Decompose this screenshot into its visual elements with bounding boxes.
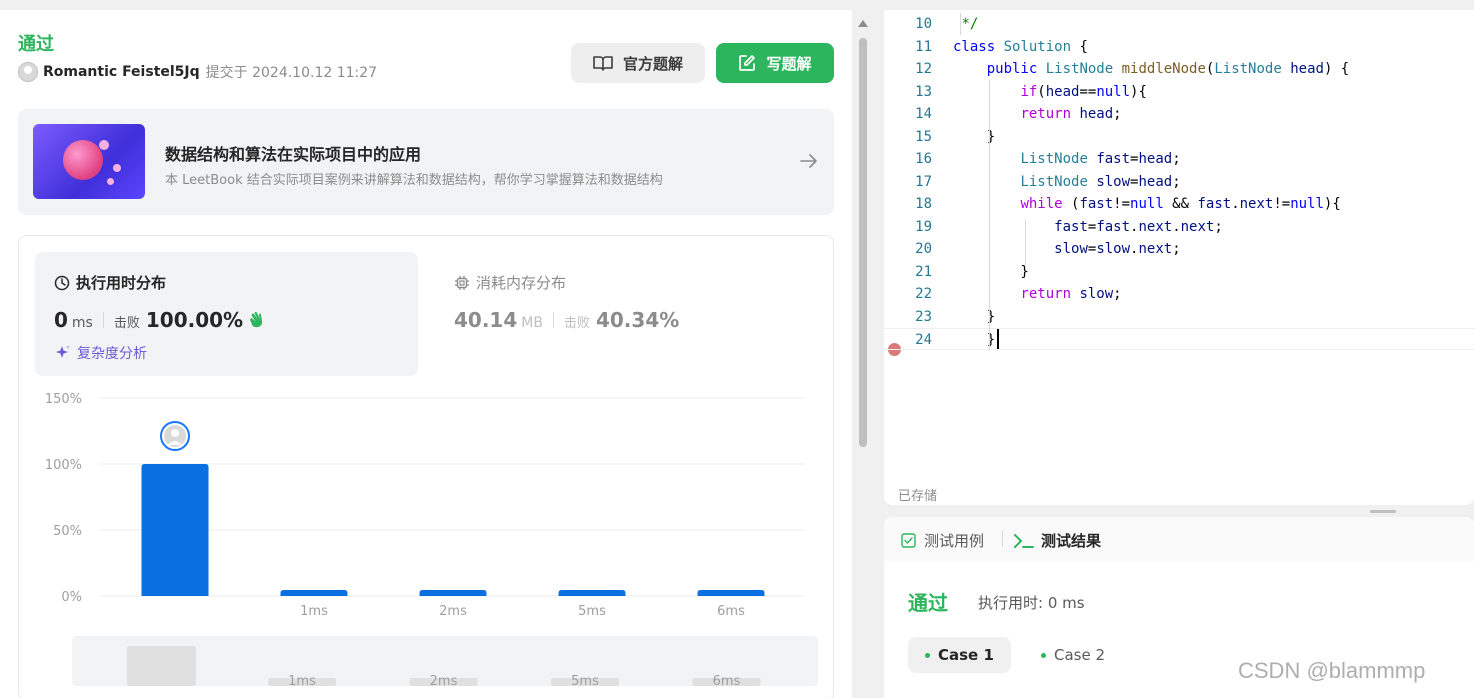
case-2-tab[interactable]: Case 2 bbox=[1024, 637, 1114, 673]
runtime-distribution-tab[interactable]: 执行用时分布 0 ms 击败 100.00% 复杂度分析 bbox=[35, 252, 418, 376]
code-text: class Solution { bbox=[953, 38, 1088, 55]
test-result-status: 通过 bbox=[908, 591, 948, 615]
code-line[interactable]: 19 fast=fast.next.next; bbox=[884, 216, 1474, 238]
line-number: 11 bbox=[915, 38, 932, 55]
code-text: */ bbox=[961, 16, 979, 32]
chart-range-minimap[interactable] bbox=[72, 636, 818, 686]
pass-dot bbox=[1041, 652, 1046, 658]
line-number: 12 bbox=[915, 61, 932, 77]
code-text: ListNode fast=head; bbox=[1020, 151, 1181, 167]
checkbox-icon bbox=[901, 533, 916, 548]
banner-image bbox=[33, 124, 145, 199]
panel-resize-handle[interactable] bbox=[1370, 510, 1396, 513]
line-number: 19 bbox=[915, 218, 932, 235]
test-panel-tabs: 测试用例 测试结果 bbox=[884, 517, 1474, 561]
write-solution-button[interactable]: 写题解 bbox=[716, 43, 834, 83]
code-line[interactable]: 15 } bbox=[884, 126, 1474, 148]
memory-unit: MB bbox=[521, 315, 543, 331]
runtime-unit: ms bbox=[71, 315, 93, 331]
code-text: if(head==null){ bbox=[1020, 83, 1147, 100]
code-line[interactable]: 13 if(head==null){ bbox=[884, 81, 1474, 103]
scrollbar-thumb[interactable] bbox=[859, 38, 867, 447]
code-text: return head; bbox=[1020, 106, 1122, 122]
line-number: 10 bbox=[915, 16, 932, 32]
code-line[interactable]: 21 } bbox=[884, 261, 1474, 283]
write-solution-label: 写题解 bbox=[766, 54, 812, 73]
code-text: fast=fast.next.next; bbox=[1054, 218, 1223, 235]
submission-status: 通过 bbox=[18, 34, 54, 55]
user-avatar[interactable] bbox=[18, 62, 38, 82]
memory-value: 40.14 bbox=[454, 308, 518, 332]
line-number: 16 bbox=[915, 151, 932, 167]
chip-icon bbox=[455, 275, 469, 290]
tab-test-result[interactable]: 测试结果 bbox=[1013, 530, 1101, 551]
code-text: ListNode slow=head; bbox=[1020, 173, 1181, 190]
code-line[interactable]: 18 while (fast!=null && fast.next!=null)… bbox=[884, 193, 1474, 215]
code-text: } bbox=[953, 263, 1029, 280]
code-line[interactable]: 12 public ListNode middleNode(ListNode h… bbox=[884, 58, 1474, 80]
code-line[interactable]: 24 } bbox=[884, 328, 1474, 350]
clock-icon bbox=[54, 275, 70, 290]
pass-dot bbox=[925, 652, 930, 658]
submission-panel: 通过 Romantic Feistel5Jq 提交于 2024.10.12 11… bbox=[0, 0, 852, 698]
test-runtime: 执行用时: 0 ms bbox=[978, 594, 1085, 612]
line-number: 18 bbox=[915, 196, 932, 212]
saved-status: 已存储 bbox=[898, 489, 938, 504]
submitter-info: Romantic Feistel5Jq 提交于 2024.10.12 11:27 bbox=[18, 62, 377, 82]
line-number: 13 bbox=[915, 83, 932, 100]
leetbook-banner[interactable]: 数据结构和算法在实际项目中的应用 本 LeetBook 结合实际项目案例来讲解算… bbox=[18, 109, 834, 215]
runtime-title: 执行用时分布 bbox=[54, 272, 166, 293]
official-solution-button[interactable]: 官方题解 bbox=[571, 43, 705, 83]
sparkle-icon bbox=[56, 345, 70, 358]
scroll-up-arrow[interactable] bbox=[858, 20, 868, 27]
clap-icon bbox=[250, 311, 263, 328]
banner-title: 数据结构和算法在实际项目中的应用 bbox=[165, 145, 422, 164]
code-line[interactable]: 20 slow=slow.next; bbox=[884, 238, 1474, 260]
tab-test-cases[interactable]: 测试用例 bbox=[901, 530, 984, 551]
line-number: 15 bbox=[915, 128, 932, 145]
submit-time: 提交于 2024.10.12 11:27 bbox=[205, 65, 378, 81]
official-solution-label: 官方题解 bbox=[622, 54, 683, 73]
runtime-value: 0 bbox=[54, 308, 68, 332]
code-line[interactable]: 16 ListNode fast=head; bbox=[884, 148, 1474, 170]
edit-icon bbox=[739, 55, 756, 71]
line-number: 24 bbox=[915, 332, 932, 348]
runtime-beat-label: 击败 bbox=[113, 316, 140, 331]
code-line[interactable]: 11 class Solution { bbox=[884, 36, 1474, 58]
text-cursor bbox=[997, 329, 999, 349]
line-number: 20 bbox=[915, 241, 932, 257]
banner-description: 本 LeetBook 结合实际项目案例来讲解算法和数据结构，帮你学习掌握算法和数… bbox=[165, 173, 663, 188]
left-scrollbar[interactable] bbox=[857, 16, 869, 698]
code-text: while (fast!=null && fast.next!=null){ bbox=[1020, 196, 1341, 212]
code-text: slow=slow.next; bbox=[1054, 241, 1181, 257]
leetcode-submission-page: 通过 Romantic Feistel5Jq 提交于 2024.10.12 11… bbox=[0, 0, 1474, 698]
code-line[interactable]: 17 ListNode slow=head; bbox=[884, 171, 1474, 193]
code-text: return slow; bbox=[1020, 286, 1122, 302]
user-name[interactable]: Romantic Feistel5Jq bbox=[43, 64, 200, 80]
line-number: 21 bbox=[915, 263, 932, 280]
code-line[interactable]: 22 return slow; bbox=[884, 283, 1474, 305]
book-icon bbox=[593, 56, 613, 71]
runtime-beat-value: 100.00% bbox=[145, 308, 244, 332]
runtime-values: 0 ms 击败 100.00% bbox=[54, 308, 269, 332]
memory-beat-label: 击败 bbox=[563, 316, 590, 331]
complexity-analysis-link[interactable]: 复杂度分析 bbox=[54, 343, 147, 363]
memory-distribution-tab[interactable]: 消耗内存分布 bbox=[454, 272, 566, 293]
code-line[interactable]: 23 } bbox=[884, 306, 1474, 328]
code-line[interactable]: 10 */ bbox=[884, 13, 1474, 35]
watermark: CSDN @blammmp bbox=[1238, 658, 1426, 683]
arrow-right-icon[interactable] bbox=[800, 153, 818, 169]
code-editor[interactable]: 已存储 10 */ 11 class Solution { 12 public Lis… bbox=[884, 0, 1474, 505]
line-number: 22 bbox=[915, 286, 932, 302]
line-number: 14 bbox=[915, 106, 932, 122]
terminal-icon bbox=[1014, 533, 1034, 548]
line-number: 23 bbox=[915, 308, 932, 325]
memory-values: 40.14 MB 击败 40.34% bbox=[454, 308, 679, 332]
memory-beat-value: 40.34% bbox=[595, 308, 680, 332]
case-1-tab[interactable]: Case 1 bbox=[908, 637, 1011, 673]
code-line[interactable]: 14 return head; bbox=[884, 103, 1474, 125]
code-text: public ListNode middleNode(ListNode head… bbox=[986, 61, 1350, 77]
line-number: 17 bbox=[915, 173, 932, 190]
performance-card: 执行用时分布 0 ms 击败 100.00% 复杂度分析 消耗内存分布 40.1… bbox=[18, 235, 834, 698]
